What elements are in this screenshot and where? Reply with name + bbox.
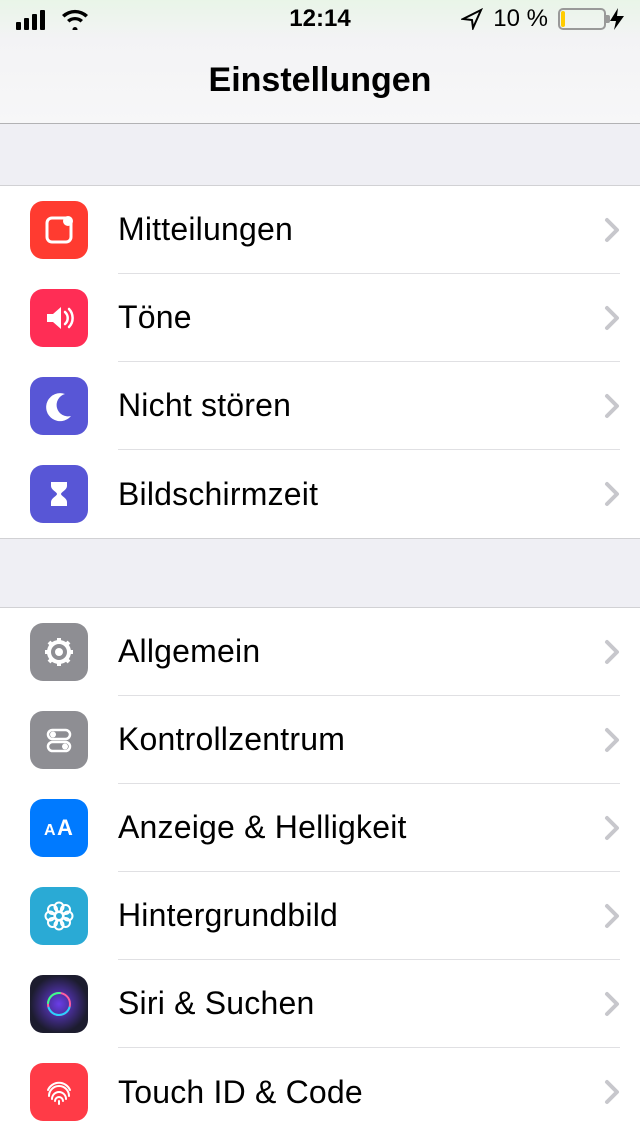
status-bar: 12:14 10 % (0, 0, 640, 39)
hourglass-icon (30, 465, 88, 523)
chevron-right-icon (604, 1079, 620, 1105)
toggles-icon (30, 711, 88, 769)
gear-icon (30, 623, 88, 681)
display-icon: AA (30, 799, 88, 857)
cellular-signal-icon (16, 8, 50, 30)
flower-icon (30, 887, 88, 945)
chevron-right-icon (604, 393, 620, 419)
svg-text:A: A (44, 822, 56, 839)
row-notifications[interactable]: Mitteilungen (0, 186, 640, 274)
row-label: Bildschirmzeit (118, 476, 604, 513)
section-spacer (0, 538, 640, 608)
row-sounds[interactable]: Töne (0, 274, 640, 362)
settings-group-1: Mitteilungen Töne Nicht stören (0, 186, 640, 538)
row-label: Siri & Suchen (118, 985, 604, 1022)
row-label: Allgemein (118, 633, 604, 670)
row-label: Anzeige & Helligkeit (118, 809, 604, 846)
sounds-icon (30, 289, 88, 347)
row-touchid[interactable]: Touch ID & Code (0, 1048, 640, 1136)
fingerprint-icon (30, 1063, 88, 1121)
row-label: Nicht stören (118, 387, 604, 424)
notifications-icon (30, 201, 88, 259)
chevron-right-icon (604, 639, 620, 665)
chevron-right-icon (604, 815, 620, 841)
chevron-right-icon (604, 903, 620, 929)
row-label: Töne (118, 299, 604, 336)
row-controlcenter[interactable]: Kontrollzentrum (0, 696, 640, 784)
row-general[interactable]: Allgemein (0, 608, 640, 696)
row-label: Touch ID & Code (118, 1074, 604, 1111)
wifi-icon (60, 8, 90, 30)
svg-text:A: A (57, 815, 73, 840)
row-label: Mitteilungen (118, 211, 604, 248)
row-dnd[interactable]: Nicht stören (0, 362, 640, 450)
row-label: Hintergrundbild (118, 897, 604, 934)
chevron-right-icon (604, 481, 620, 507)
page-title: Einstellungen (209, 61, 432, 100)
battery-percent: 10 % (493, 5, 548, 33)
siri-icon (30, 975, 88, 1033)
row-display[interactable]: AA Anzeige & Helligkeit (0, 784, 640, 872)
status-time: 12:14 (289, 5, 350, 33)
settings-group-2: Allgemein Kontrollzentrum AA Anzeige & H… (0, 608, 640, 1136)
location-icon (461, 8, 483, 30)
row-wallpaper[interactable]: Hintergrundbild (0, 872, 640, 960)
section-spacer (0, 124, 640, 186)
row-label: Kontrollzentrum (118, 721, 604, 758)
chevron-right-icon (604, 305, 620, 331)
battery-icon (558, 8, 606, 30)
row-screentime[interactable]: Bildschirmzeit (0, 450, 640, 538)
chevron-right-icon (604, 217, 620, 243)
moon-icon (30, 377, 88, 435)
chevron-right-icon (604, 727, 620, 753)
header: Einstellungen (0, 39, 640, 124)
chevron-right-icon (604, 991, 620, 1017)
row-siri[interactable]: Siri & Suchen (0, 960, 640, 1048)
charging-icon (610, 8, 624, 30)
